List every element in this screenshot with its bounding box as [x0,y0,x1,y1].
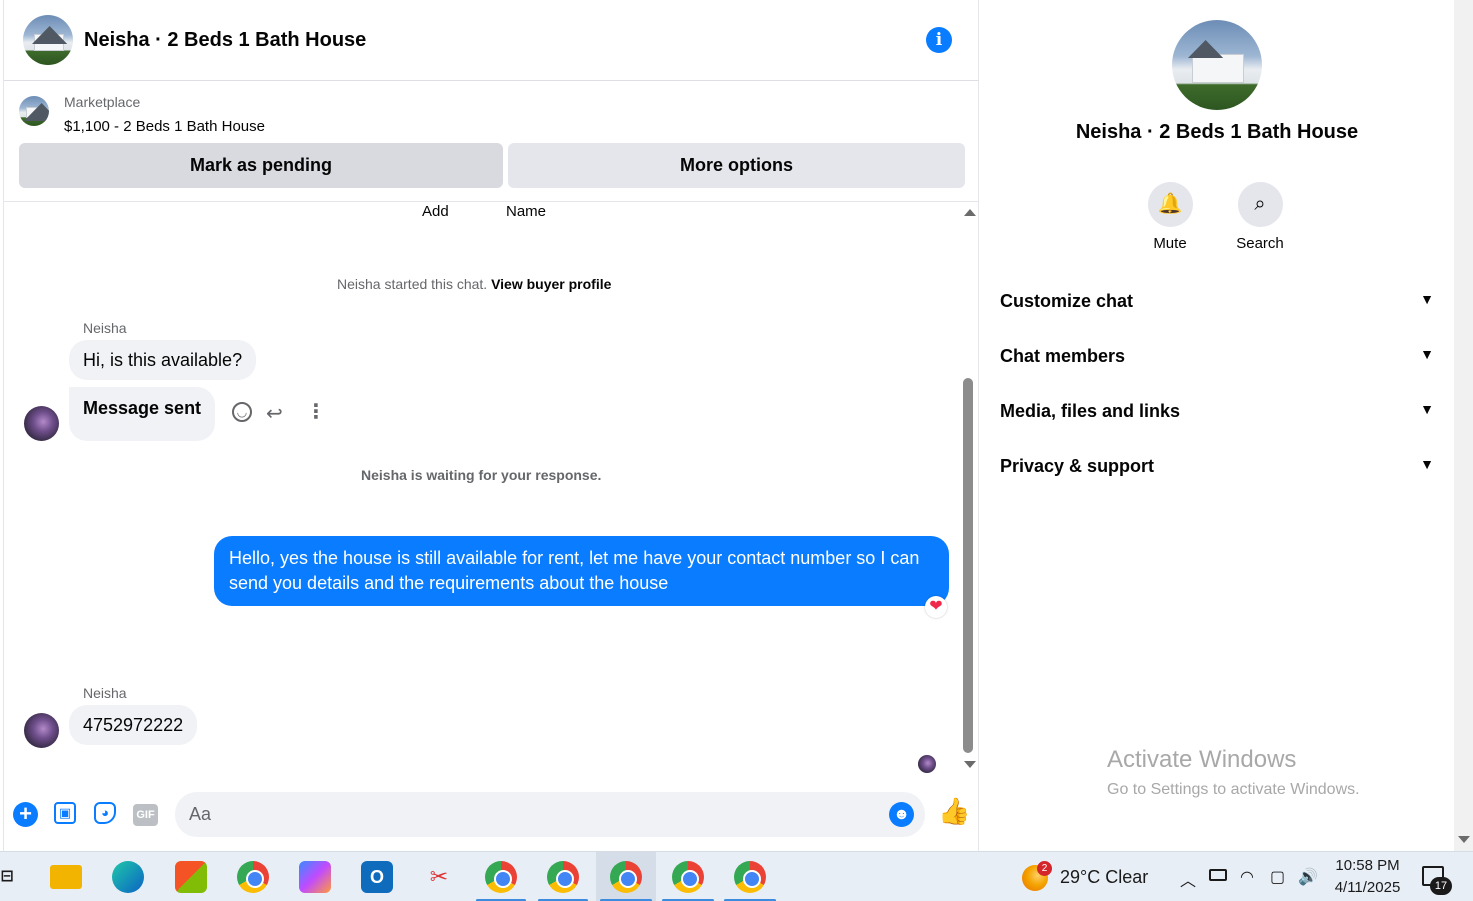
search-icon[interactable]: ⌕ [1237,182,1283,227]
chrome-profile-icon[interactable] [485,861,517,893]
sticker-icon[interactable]: ◕ [94,802,116,824]
plus-icon[interactable]: + [13,802,38,827]
more-options-button[interactable]: More options [508,143,965,188]
wifi-icon[interactable]: ◠ [1240,867,1254,887]
message-bubble-outgoing[interactable]: Hello, yes the house is still available … [214,536,949,606]
info-avatar[interactable] [1172,20,1262,110]
conversation-info-pane: Neisha · 2 Beds 1 Bath House 🔔 Mute ⌕ Se… [980,0,1454,851]
sender-name: Neisha [83,320,127,336]
react-emoji-icon[interactable]: ◡ [232,402,252,422]
emoji-icon[interactable]: ☻ [889,802,914,827]
chrome-icon[interactable] [237,861,269,893]
listing-card: Marketplace $1,100 - 2 Beds 1 Bath House… [4,82,979,202]
outlook-icon[interactable]: O [361,861,393,893]
section-customize-chat[interactable]: Customize chat ▼ [1000,291,1440,331]
message-bubble-incoming[interactable]: 4752972222 [69,705,198,745]
volume-icon[interactable]: 🔊 [1298,867,1318,887]
chat-started-notice: Neisha started this chat. View buyer pro… [337,276,611,292]
chevron-down-icon[interactable]: ▼ [1420,401,1434,417]
file-explorer-icon[interactable] [50,865,82,889]
battery-icon[interactable] [1209,869,1227,881]
snipping-tool-icon[interactable]: ✂ [423,861,455,893]
message-list: Add Name Neisha started this chat. View … [4,203,979,783]
listing-source: Marketplace [64,94,141,110]
weather-text[interactable]: 29°C Clear [1060,867,1148,888]
section-media-files-links[interactable]: Media, files and links ▼ [1000,401,1440,441]
listing-price-title[interactable]: $1,100 - 2 Beds 1 Bath House [64,118,265,135]
mark-as-pending-button[interactable]: Mark as pending [19,143,503,188]
section-label: Chat members [1000,346,1126,366]
search-label: Search [1236,235,1284,252]
waiting-notice: Neisha is waiting for your response. [361,467,602,483]
listing-thumbnail[interactable] [19,96,49,126]
clock-time[interactable]: 10:58 PM [1330,857,1405,874]
section-label: Privacy & support [1000,456,1155,476]
name-label[interactable]: Name [506,203,546,220]
chevron-down-icon[interactable]: ▼ [1420,346,1434,362]
weather-badge: 2 [1037,861,1052,876]
composer-bar: + ▣ ◕ GIF ☻ 👍 [4,785,979,845]
chrome-profile-icon[interactable] [672,861,704,893]
message-scrollbar[interactable] [961,203,976,773]
clock-date[interactable]: 4/11/2025 [1330,879,1405,896]
view-buyer-profile-link[interactable]: View buyer profile [491,276,611,292]
sender-avatar[interactable] [24,713,59,748]
activate-windows-subtitle: Go to Settings to activate Windows. [1107,781,1360,798]
listing-avatar[interactable] [23,15,73,65]
section-label: Media, files and links [1000,401,1181,421]
reply-icon[interactable]: ↩ [266,401,283,426]
sender-name: Neisha [83,685,127,701]
read-receipt-avatar [918,755,936,773]
info-title: Neisha · 2 Beds 1 Bath House [1075,121,1359,143]
message-input[interactable] [175,792,925,837]
add-label[interactable]: Add [422,203,449,220]
chevron-down-icon[interactable]: ▼ [1420,291,1434,307]
scroll-up-arrow-icon[interactable] [964,209,976,216]
scroll-down-arrow-icon[interactable] [964,761,976,768]
chat-title[interactable]: Neisha · 2 Beds 1 Bath House [84,29,366,52]
more-actions-icon[interactable]: ⋮ [306,401,326,423]
mute-button[interactable]: 🔔 Mute [1130,182,1210,252]
message-bubble-incoming[interactable]: Message sent [69,387,216,441]
chat-header: Neisha · 2 Beds 1 Bath House i [4,0,979,81]
copilot-icon[interactable] [299,861,331,893]
chrome-profile-icon[interactable] [734,861,766,893]
mute-label: Mute [1153,235,1187,252]
chevron-up-icon[interactable]: ︿ [1180,867,1196,891]
page-scrollbar[interactable] [1454,0,1473,851]
like-icon[interactable]: 👍 [938,798,970,824]
chat-started-text: Neisha started this chat. [337,276,488,292]
message-bubble-incoming[interactable]: Hi, is this available? [69,340,257,380]
meet-icon[interactable]: ▢ [1270,867,1285,887]
gif-icon[interactable]: GIF [133,804,158,826]
section-chat-members[interactable]: Chat members ▼ [1000,346,1440,386]
task-view-icon[interactable]: ⊟ [0,861,14,893]
heart-reaction-icon[interactable]: ❤ [925,596,947,618]
search-button[interactable]: ⌕ Search [1220,182,1300,252]
bell-icon[interactable]: 🔔 [1147,182,1193,227]
chrome-profile-icon[interactable] [610,861,642,893]
section-label: Customize chat [1000,291,1134,311]
activate-windows-title: Activate Windows [1107,746,1297,773]
store-icon[interactable] [175,861,207,893]
windows-taskbar: ⊟ O ✂ 2 29°C Clear ︿ ◠ ▢ 🔊 10:58 PM 4/11… [0,851,1473,901]
notification-count: 17 [1430,877,1452,895]
chevron-down-icon[interactable]: ▼ [1420,456,1434,472]
edge-icon[interactable] [112,861,144,893]
scroll-down-arrow-icon[interactable] [1458,836,1470,843]
chrome-profile-icon[interactable] [547,861,579,893]
info-icon[interactable]: i [926,27,952,53]
section-privacy-support[interactable]: Privacy & support ▼ [1000,456,1440,496]
sender-avatar[interactable] [24,406,59,441]
chat-pane: Neisha · 2 Beds 1 Bath House i Marketpla… [3,0,979,851]
scrollbar-thumb[interactable] [963,378,973,753]
photo-icon[interactable]: ▣ [54,802,76,824]
